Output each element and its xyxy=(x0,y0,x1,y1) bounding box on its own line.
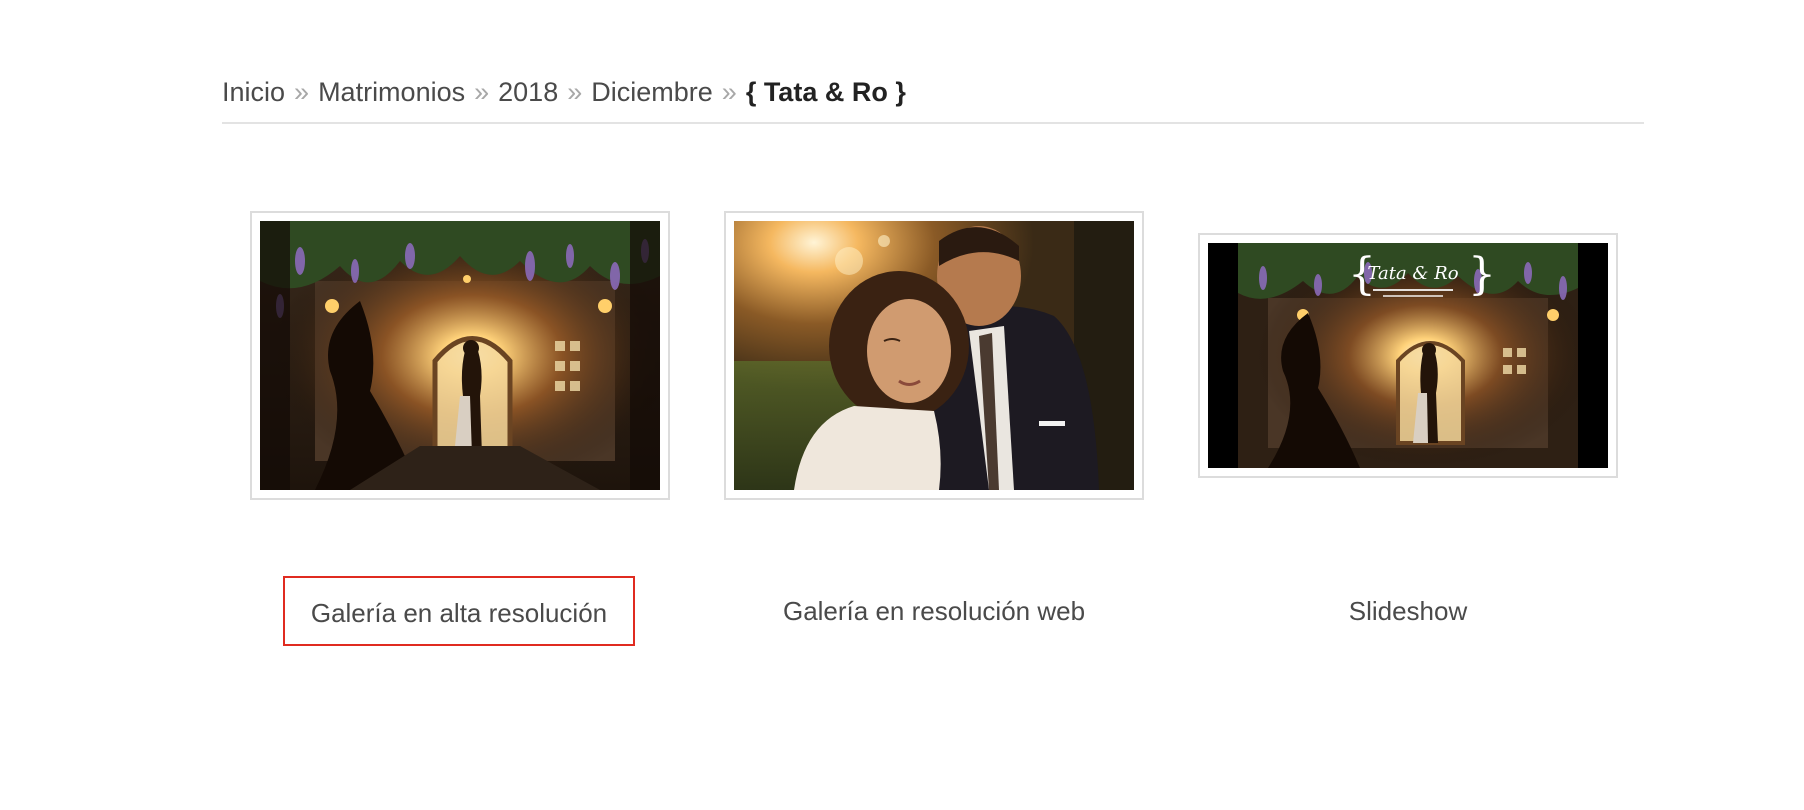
breadcrumb-link-diciembre[interactable]: Diciembre xyxy=(591,77,713,107)
slideshow-title-frame-photo: { } Tata & Ro xyxy=(1208,243,1608,468)
breadcrumb: Inicio » Matrimonios » 2018 » Diciembre » { Tata… xyxy=(222,72,906,112)
slideshow-title-text: Tata & Ro xyxy=(1367,263,1458,284)
slideshow-link[interactable]: Slideshow xyxy=(1188,576,1628,646)
high-res-gallery-thumbnail[interactable] xyxy=(250,211,670,500)
breadcrumb-separator: » xyxy=(567,77,583,107)
breadcrumb-current: { Tata & Ro } xyxy=(745,77,906,107)
slideshow-title-right-brace: } xyxy=(1468,249,1496,300)
breadcrumb-link-matrimonios[interactable]: Matrimonios xyxy=(318,77,465,107)
slideshow-thumbnail[interactable]: { } Tata & Ro xyxy=(1198,233,1618,478)
breadcrumb-separator: » xyxy=(721,77,737,107)
breadcrumb-separator: » xyxy=(474,77,490,107)
web-res-gallery-link[interactable]: Galería en resolución web xyxy=(714,576,1154,646)
high-res-gallery-link[interactable]: Galería en alta resolución xyxy=(283,576,635,646)
couple-embrace-sunset-photo xyxy=(734,221,1134,490)
breadcrumb-separator: » xyxy=(294,77,310,107)
breadcrumb-link-inicio[interactable]: Inicio xyxy=(222,77,285,107)
web-res-gallery-thumbnail[interactable] xyxy=(724,211,1144,500)
couple-under-wisteria-arch-photo xyxy=(260,221,660,490)
breadcrumb-link-2018[interactable]: 2018 xyxy=(498,77,558,107)
breadcrumb-divider xyxy=(222,122,1644,124)
